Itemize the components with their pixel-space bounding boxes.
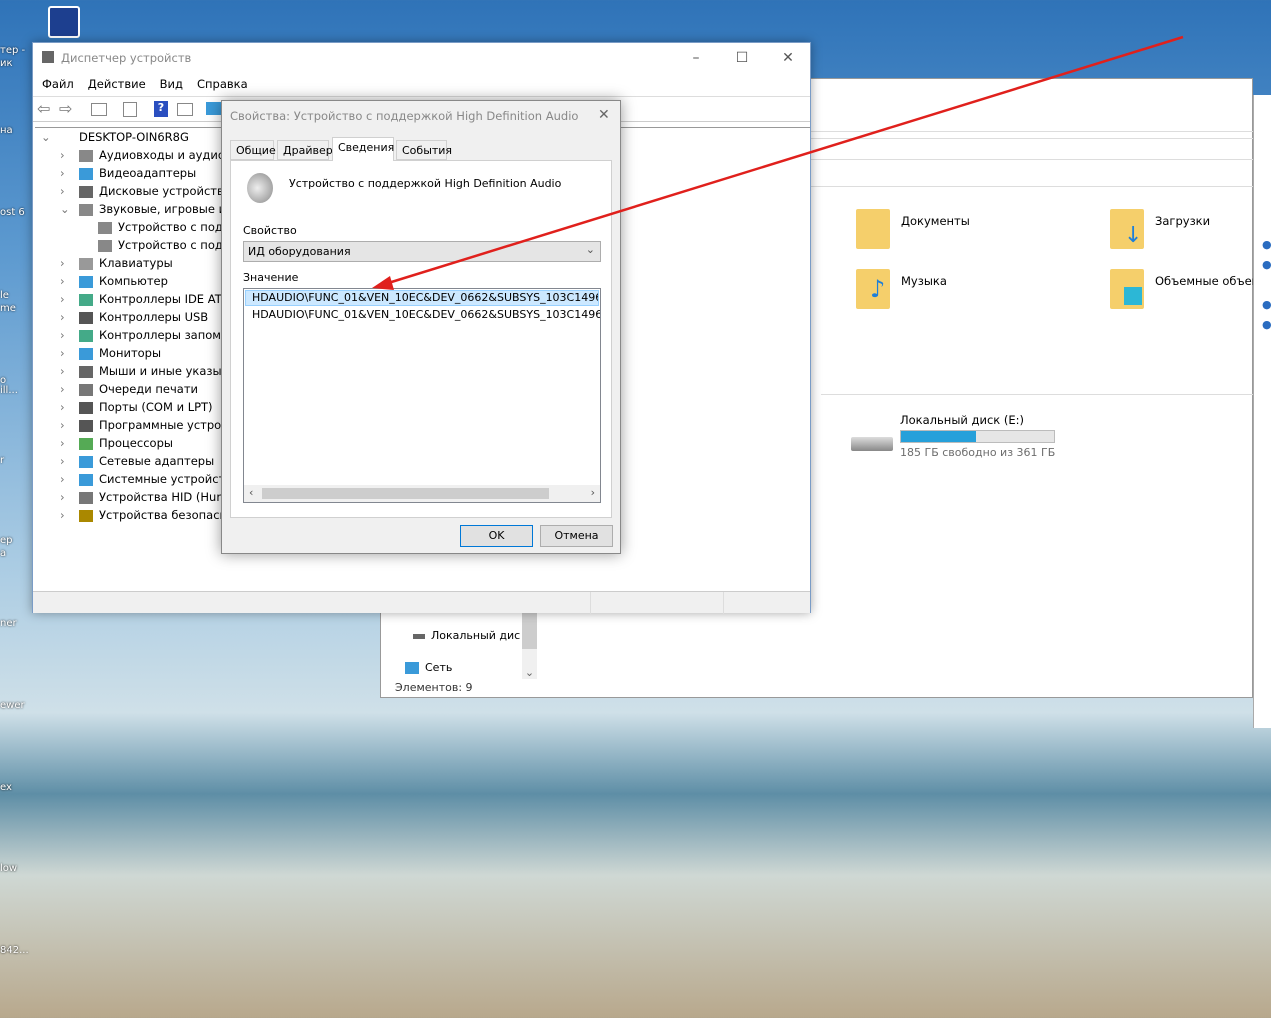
annotation-arrow — [372, 35, 1184, 290]
tab-2[interactable]: Сведения — [332, 137, 394, 161]
annotation-arrow-line — [384, 35, 1184, 286]
annotation-arrow-head — [372, 276, 394, 290]
